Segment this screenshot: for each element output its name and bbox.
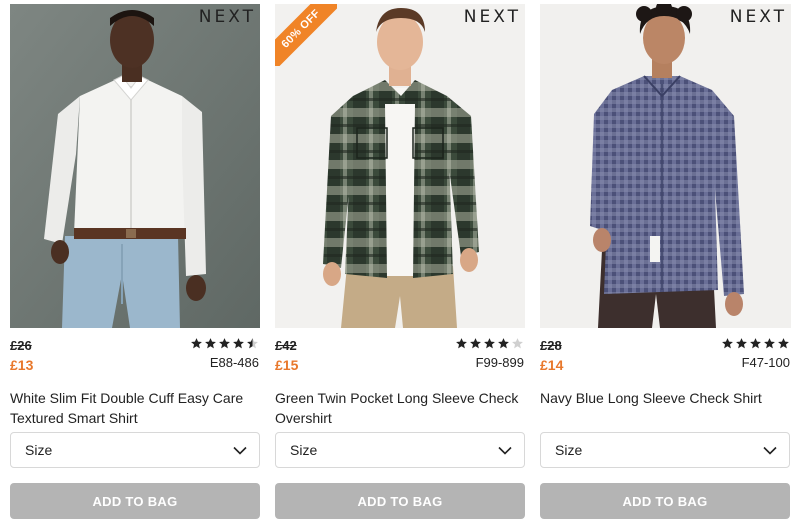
product-image[interactable]: NEXT 60% OFF xyxy=(275,4,525,328)
discount-badge-label: 60% OFF xyxy=(275,4,337,66)
product-code: E88-486 xyxy=(209,355,259,370)
size-select[interactable]: Size xyxy=(10,432,260,468)
sale-price: £15 xyxy=(275,357,299,373)
add-to-bag-button[interactable]: ADD TO BAG xyxy=(10,483,260,519)
rating-stars xyxy=(721,337,790,350)
size-select-label: Size xyxy=(25,442,53,458)
product-title[interactable]: Navy Blue Long Sleeve Check Shirt xyxy=(540,388,790,408)
sale-price: £14 xyxy=(540,357,564,373)
size-select-label: Size xyxy=(290,442,318,458)
rating-stars xyxy=(190,337,259,350)
star-icon xyxy=(191,338,202,349)
star-empty-icon xyxy=(512,338,523,349)
star-icon xyxy=(778,338,789,349)
size-select-label: Size xyxy=(555,442,583,458)
product-code: F99-899 xyxy=(475,355,524,370)
product-title[interactable]: White Slim Fit Double Cuff Easy Care Tex… xyxy=(10,388,260,428)
star-icon xyxy=(456,338,467,349)
sale-price: £13 xyxy=(10,357,34,373)
size-select[interactable]: Size xyxy=(275,432,525,468)
chevron-down-icon xyxy=(498,446,512,455)
size-select[interactable]: Size xyxy=(540,432,790,468)
star-icon xyxy=(219,338,230,349)
discount-badge: 60% OFF xyxy=(275,4,337,66)
brand-logo: NEXT xyxy=(198,7,256,27)
star-icon xyxy=(736,338,747,349)
original-price: £42 xyxy=(275,338,297,353)
brand-logo: NEXT xyxy=(729,7,787,27)
chevron-down-icon xyxy=(763,446,777,455)
brand-logo: NEXT xyxy=(463,7,521,27)
product-code: F47-100 xyxy=(741,355,790,370)
add-to-bag-button[interactable]: ADD TO BAG xyxy=(540,483,790,519)
product-card: NEXT £28 £14 F47-100 Navy Blue Long Slee… xyxy=(540,0,791,532)
rating-stars xyxy=(455,337,524,350)
product-card: NEXT £26 £13 E88-486 White Slim Fit Doub… xyxy=(10,0,260,532)
star-icon xyxy=(750,338,761,349)
star-icon xyxy=(498,338,509,349)
product-image[interactable]: NEXT xyxy=(10,4,260,328)
product-title[interactable]: Green Twin Pocket Long Sleeve Check Over… xyxy=(275,388,525,428)
star-icon xyxy=(233,338,244,349)
product-card: NEXT 60% OFF £42 £15 F99-899 Green Twin … xyxy=(275,0,525,532)
star-icon xyxy=(205,338,216,349)
add-to-bag-button[interactable]: ADD TO BAG xyxy=(275,483,525,519)
original-price: £26 xyxy=(10,338,32,353)
star-icon xyxy=(484,338,495,349)
star-half-icon xyxy=(247,338,258,349)
product-grid: NEXT £26 £13 E88-486 White Slim Fit Doub… xyxy=(0,0,800,532)
original-price: £28 xyxy=(540,338,562,353)
star-icon xyxy=(470,338,481,349)
star-icon xyxy=(722,338,733,349)
chevron-down-icon xyxy=(233,446,247,455)
product-image[interactable]: NEXT xyxy=(540,4,791,328)
star-icon xyxy=(764,338,775,349)
